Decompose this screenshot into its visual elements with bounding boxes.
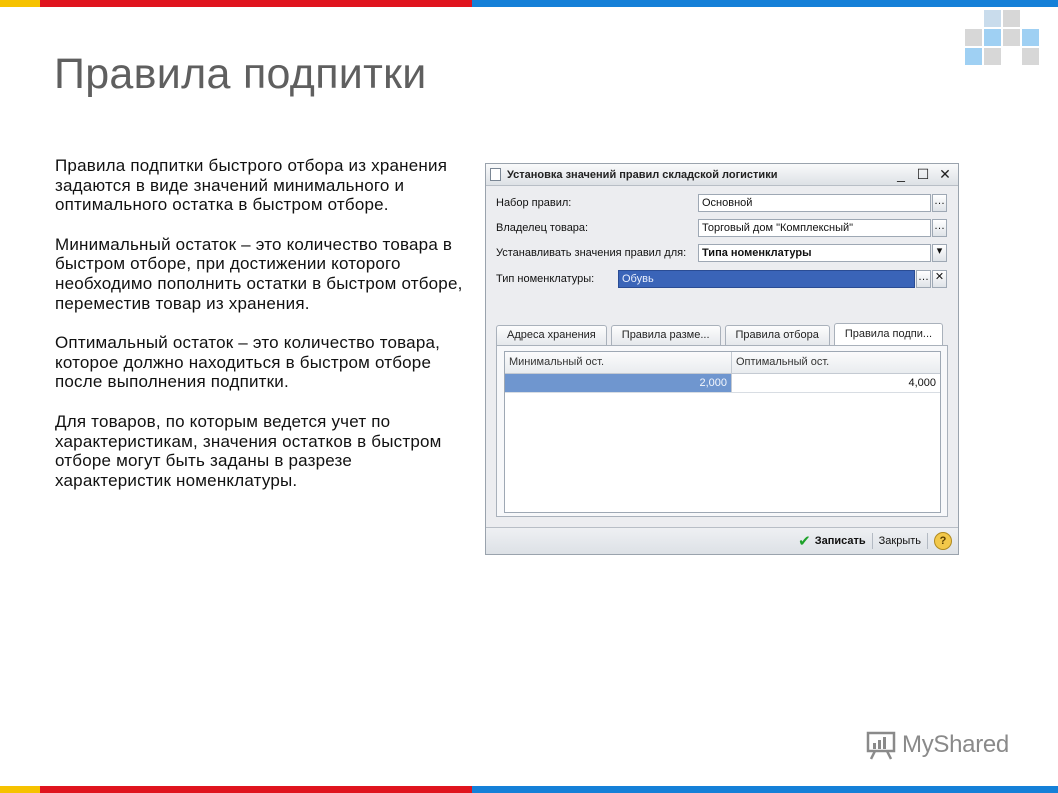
paragraph-intro: Правила подпитки быстрого отбора из хран… (55, 156, 448, 215)
rule-set-select-button[interactable]: … (932, 194, 947, 212)
presentation-board-icon (866, 731, 896, 760)
rules-tabs: Адреса хранения Правила разме... Правила… (496, 323, 947, 345)
bottom-color-bar (0, 786, 1058, 793)
nomenclature-type-select-button[interactable]: … (916, 270, 931, 288)
myshared-watermark: MyShared (866, 730, 1009, 760)
cell-optimal-stock[interactable]: 4,000 (732, 374, 940, 392)
save-label: Записать (814, 535, 866, 547)
tab-picking-rules[interactable]: Правила отбора (724, 325, 830, 345)
field-nomenclature-type: Тип номенклатуры: Обувь … ✕ (496, 269, 947, 289)
goods-owner-select-button[interactable]: … (932, 219, 947, 237)
close-icon[interactable]: ✕ (938, 166, 952, 182)
corner-logo-mosaic (962, 10, 1044, 72)
nomenclature-type-label: Тип номенклатуры: (496, 273, 595, 285)
window-footer: ✔ Записать Закрыть ? (486, 527, 958, 554)
table-header: Минимальный ост. Оптимальный ост. (505, 352, 940, 374)
paragraph-min-stock: Минимальный остаток – это количество тов… (55, 234, 463, 313)
table-row[interactable]: 2,000 4,000 (505, 374, 940, 393)
checkmark-icon: ✔ (798, 533, 811, 550)
field-rule-set: Набор правил: Основной … (496, 193, 947, 213)
apply-rules-for-label: Устанавливать значения правил для: (496, 247, 687, 259)
footer-separator (927, 533, 928, 549)
apply-rules-for-select[interactable]: Типа номенклатуры (698, 244, 931, 262)
slide-title: Правила подпитки (54, 50, 427, 98)
column-header-min[interactable]: Минимальный ост. (505, 352, 732, 373)
document-icon (490, 168, 501, 181)
help-icon[interactable]: ? (934, 532, 952, 550)
tab-replenishment-rules[interactable]: Правила подпи... (833, 323, 944, 345)
rules-settings-window: Установка значений правил складской логи… (485, 163, 959, 555)
top-color-bar (0, 0, 1058, 7)
paragraph-optimal-stock: Оптимальный остаток – это количество тов… (55, 333, 441, 392)
goods-owner-input[interactable]: Торговый дом "Комплексный" (698, 219, 931, 237)
tab-storage-addresses[interactable]: Адреса хранения (496, 325, 607, 345)
column-header-optimal[interactable]: Оптимальный ост. (732, 352, 940, 373)
field-goods-owner: Владелец товара: Торговый дом "Комплексн… (496, 218, 947, 238)
window-title: Установка значений правил складской логи… (507, 168, 778, 181)
close-button[interactable]: Закрыть (873, 531, 927, 551)
window-title-bar: Установка значений правил складской логи… (486, 164, 958, 186)
nomenclature-type-input[interactable]: Обувь (618, 270, 915, 288)
rule-set-label: Набор правил: (496, 197, 572, 209)
tab-content-panel: Минимальный ост. Оптимальный ост. 2,000 … (496, 345, 948, 517)
slide-body-text: Правила подпитки быстрого отбора из хран… (55, 156, 465, 510)
rule-set-input[interactable]: Основной (698, 194, 931, 212)
chevron-down-icon[interactable]: ▾ (932, 244, 947, 262)
replenishment-table: Минимальный ост. Оптимальный ост. 2,000 … (504, 351, 941, 513)
maximize-icon[interactable]: ☐ (916, 166, 930, 182)
tab-placement-rules[interactable]: Правила разме... (610, 325, 721, 345)
goods-owner-label: Владелец товара: (496, 222, 589, 234)
cell-min-stock[interactable]: 2,000 (505, 374, 732, 392)
minimize-icon[interactable]: _ (894, 166, 908, 182)
field-apply-rules-for: Устанавливать значения правил для: Типа … (496, 243, 947, 263)
clear-icon[interactable]: ✕ (932, 270, 947, 288)
save-button[interactable]: ✔ Записать (792, 531, 872, 551)
paragraph-characteristics: Для товаров, по которым ведется учет по … (55, 411, 442, 490)
watermark-text: MyShared (902, 731, 1009, 758)
